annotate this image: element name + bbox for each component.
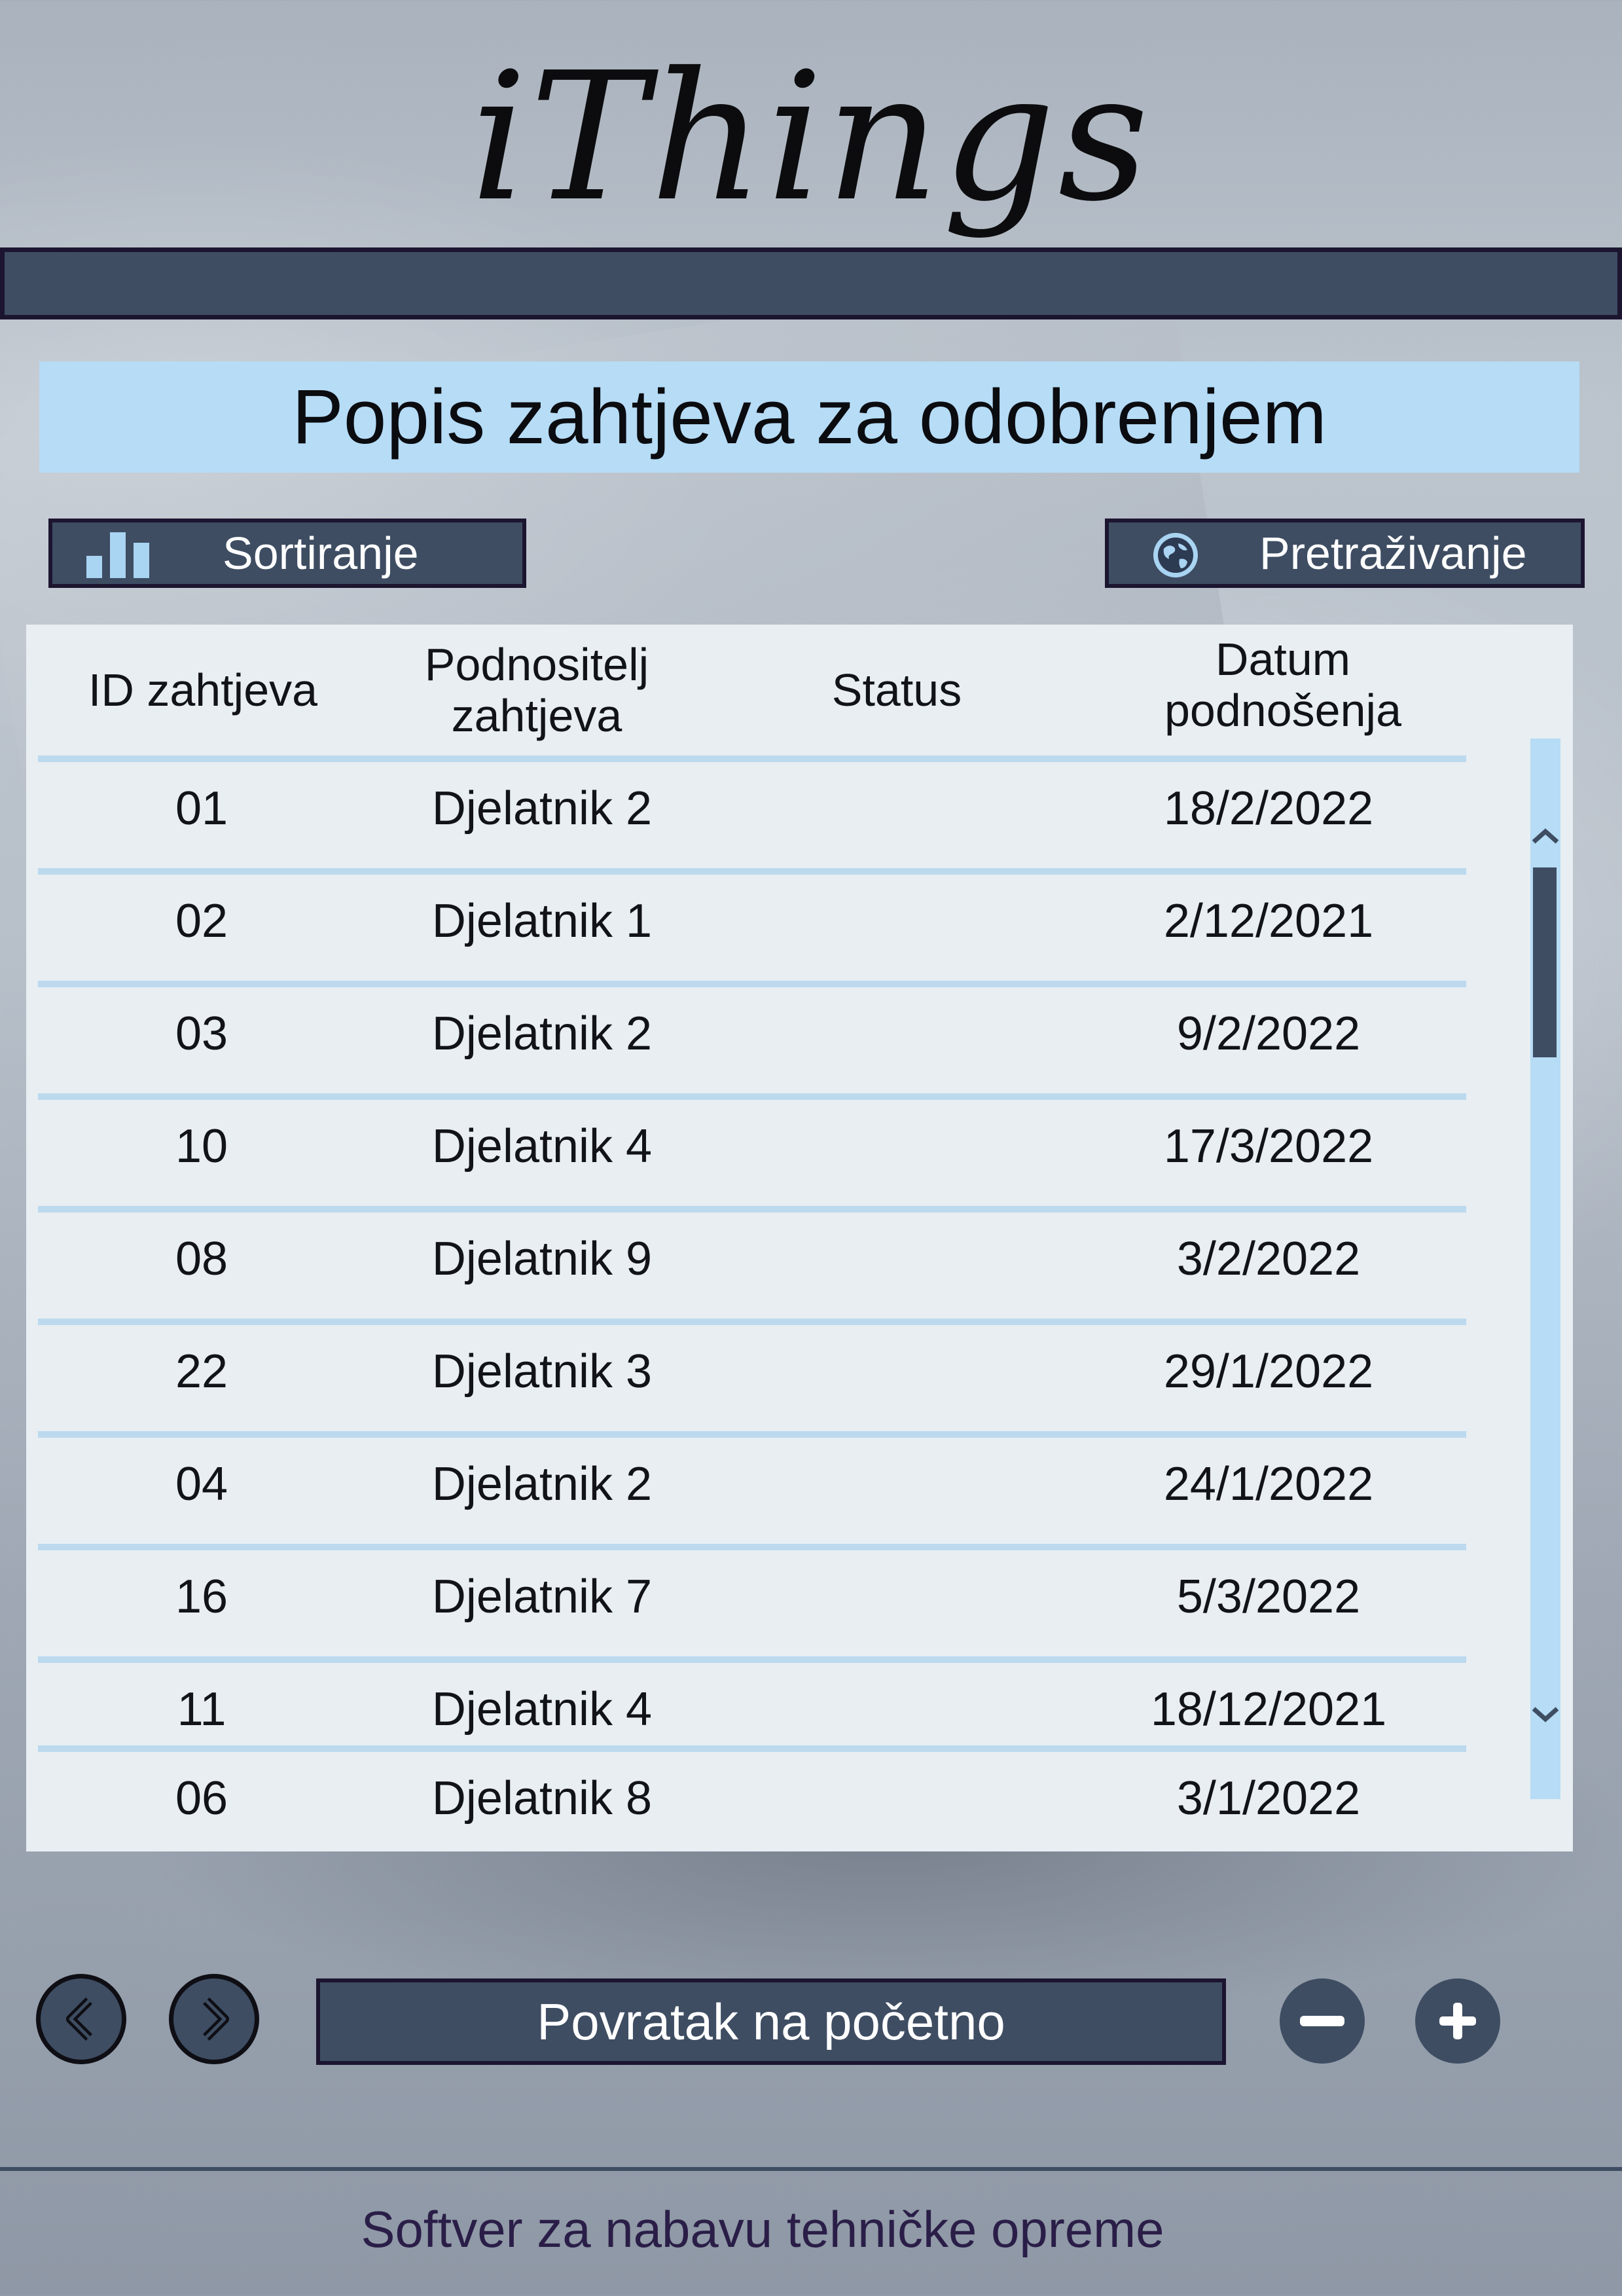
table-row[interactable]: 08 Djelatnik 9 3/2/2022 bbox=[38, 1206, 1466, 1324]
app-logo: iThings bbox=[471, 34, 1151, 240]
zoom-in-button[interactable] bbox=[1415, 1978, 1500, 2064]
scroll-up-icon[interactable] bbox=[1528, 818, 1563, 854]
cell-id: 11 bbox=[177, 1683, 226, 1736]
cell-date: 18/2/2022 bbox=[1163, 782, 1374, 835]
cell-id: 22 bbox=[175, 1345, 228, 1398]
cell-date: 29/1/2022 bbox=[1163, 1345, 1374, 1398]
column-header-id: ID zahtjeva bbox=[88, 665, 318, 716]
column-header-date: Datum podnošenja bbox=[1164, 634, 1401, 736]
row-divider bbox=[38, 756, 1466, 762]
cell-submitter: Djelatnik 3 bbox=[431, 1345, 653, 1398]
cell-submitter: Djelatnik 7 bbox=[431, 1571, 653, 1623]
row-divider bbox=[38, 1544, 1466, 1550]
footer-tagline: Softver za nabavu tehničke opreme bbox=[361, 2200, 1164, 2258]
table-row[interactable]: 06 Djelatnik 8 3/1/2022 bbox=[38, 1745, 1466, 1863]
cell-date: 3/2/2022 bbox=[1176, 1233, 1361, 1285]
globe-icon bbox=[1153, 533, 1198, 577]
cell-date: 5/3/2022 bbox=[1176, 1571, 1361, 1623]
cell-id: 08 bbox=[175, 1233, 228, 1285]
requests-table: ID zahtjeva Podnositelj zahtjeva Status … bbox=[26, 625, 1573, 1851]
row-divider bbox=[38, 1431, 1466, 1438]
table-row[interactable]: 10 Djelatnik 4 17/3/2022 bbox=[38, 1093, 1466, 1211]
cell-id: 01 bbox=[175, 782, 228, 835]
minus-icon bbox=[1300, 2016, 1344, 2026]
scrollbar-thumb[interactable] bbox=[1533, 867, 1557, 1057]
cell-date: 3/1/2022 bbox=[1176, 1772, 1361, 1825]
cell-date: 2/12/2021 bbox=[1163, 895, 1374, 947]
cell-date: 24/1/2022 bbox=[1163, 1458, 1374, 1510]
search-button-label: Pretraživanje bbox=[1259, 528, 1527, 579]
sort-button-label: Sortiranje bbox=[223, 528, 419, 579]
zoom-out-button[interactable] bbox=[1280, 1978, 1365, 2064]
chevron-right-icon bbox=[203, 1997, 229, 2041]
cell-id: 03 bbox=[175, 1008, 228, 1060]
back-button[interactable] bbox=[36, 1974, 126, 2064]
scroll-down-icon[interactable] bbox=[1528, 1697, 1563, 1732]
cell-date: 9/2/2022 bbox=[1176, 1008, 1361, 1060]
row-divider bbox=[38, 868, 1466, 875]
table-row[interactable]: 03 Djelatnik 2 9/2/2022 bbox=[38, 981, 1466, 1099]
cell-date: 17/3/2022 bbox=[1163, 1120, 1374, 1173]
top-bar bbox=[0, 247, 1622, 319]
table-row[interactable]: 16 Djelatnik 7 5/3/2022 bbox=[38, 1544, 1466, 1662]
cell-submitter: Djelatnik 2 bbox=[431, 782, 653, 835]
bar-chart-icon bbox=[86, 532, 152, 578]
footer-divider bbox=[0, 2167, 1622, 2171]
cell-submitter: Djelatnik 2 bbox=[431, 1458, 653, 1510]
chevron-left-icon bbox=[66, 1997, 92, 2041]
row-divider bbox=[38, 1745, 1466, 1752]
cell-id: 06 bbox=[175, 1772, 228, 1825]
cell-submitter: Djelatnik 2 bbox=[431, 1008, 653, 1060]
table-row[interactable]: 04 Djelatnik 2 24/1/2022 bbox=[38, 1431, 1466, 1549]
row-divider bbox=[38, 1656, 1466, 1663]
row-divider bbox=[38, 1206, 1466, 1212]
home-button[interactable]: Povratak na početno bbox=[316, 1978, 1226, 2065]
column-header-submitter: Podnositelj zahtjeva bbox=[424, 639, 649, 741]
forward-button[interactable] bbox=[169, 1974, 259, 2064]
table-row[interactable]: 02 Djelatnik 1 2/12/2021 bbox=[38, 868, 1466, 986]
column-header-status: Status bbox=[831, 665, 962, 716]
page-title: Popis zahtjeva za odobrenjem bbox=[39, 361, 1579, 473]
plus-icon bbox=[1439, 2003, 1476, 2039]
table-row[interactable]: 01 Djelatnik 2 18/2/2022 bbox=[38, 756, 1466, 873]
cell-submitter: Djelatnik 4 bbox=[431, 1683, 653, 1736]
cell-id: 04 bbox=[175, 1458, 228, 1510]
sort-button[interactable]: Sortiranje bbox=[48, 519, 526, 588]
cell-id: 16 bbox=[175, 1571, 228, 1623]
row-divider bbox=[38, 1093, 1466, 1100]
cell-submitter: Djelatnik 8 bbox=[431, 1772, 653, 1825]
row-divider bbox=[38, 981, 1466, 987]
cell-date: 18/12/2021 bbox=[1150, 1683, 1387, 1736]
row-divider bbox=[38, 1319, 1466, 1325]
search-button[interactable]: Pretraživanje bbox=[1105, 519, 1585, 588]
cell-submitter: Djelatnik 4 bbox=[431, 1120, 653, 1173]
cell-id: 10 bbox=[175, 1120, 228, 1173]
cell-submitter: Djelatnik 1 bbox=[431, 895, 653, 947]
table-row[interactable]: 22 Djelatnik 3 29/1/2022 bbox=[38, 1319, 1466, 1436]
cell-id: 02 bbox=[175, 895, 228, 947]
cell-submitter: Djelatnik 9 bbox=[431, 1233, 653, 1285]
